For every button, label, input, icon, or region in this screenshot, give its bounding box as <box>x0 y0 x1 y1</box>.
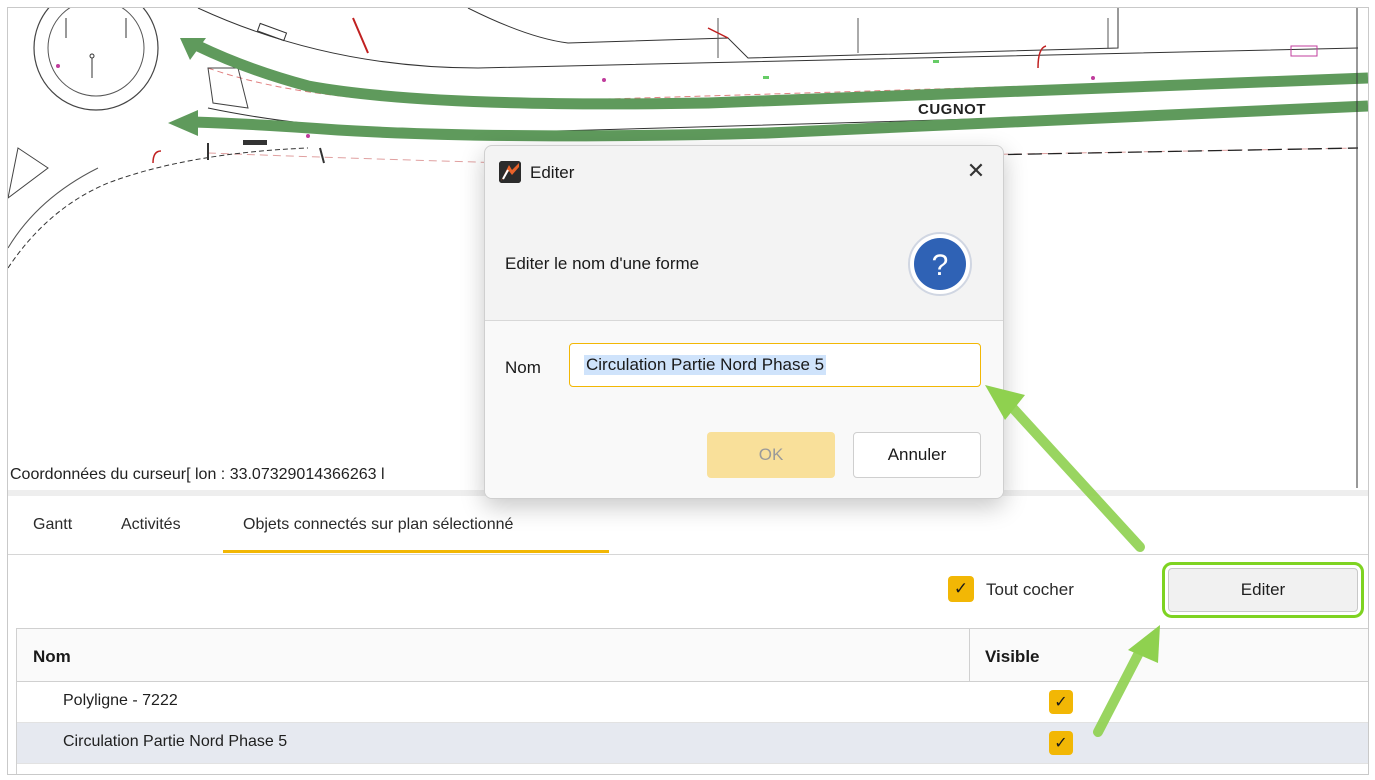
street-label: CUGNOT <box>918 101 986 118</box>
row-name: Polyligne - 7222 <box>63 692 178 709</box>
active-tab-indicator <box>223 550 609 553</box>
name-input[interactable]: Circulation Partie Nord Phase 5 <box>569 343 981 387</box>
column-header-visible[interactable]: Visible <box>985 647 1040 667</box>
close-icon[interactable]: ✕ <box>961 156 991 186</box>
tab-activites[interactable]: Activités <box>121 516 181 534</box>
row-name: Circulation Partie Nord Phase 5 <box>63 733 288 750</box>
tab-bar: Gantt Activités Objets connectés sur pla… <box>8 496 1368 555</box>
table-header: Nom Visible <box>17 629 1368 682</box>
table-row[interactable]: Polyligne - 7222 ✓ <box>17 682 1368 723</box>
dialog-title: Editer <box>530 163 575 182</box>
cancel-button[interactable]: Annuler <box>853 432 981 478</box>
name-input-value: Circulation Partie Nord Phase 5 <box>584 355 827 375</box>
column-header-nom[interactable]: Nom <box>33 647 71 667</box>
visible-checkbox[interactable]: ✓ <box>1049 731 1073 755</box>
checkmark-icon: ✓ <box>1054 694 1068 711</box>
dialog-body: Nom Circulation Partie Nord Phase 5 OK A… <box>485 321 1003 498</box>
checkmark-icon: ✓ <box>1054 735 1068 752</box>
check-all-label: Tout cocher <box>986 580 1074 599</box>
tab-objets-connectes[interactable]: Objets connectés sur plan sélectionné <box>243 516 513 534</box>
dialog-message-area: Editer le nom d'une forme ? <box>485 198 1003 321</box>
edit-button[interactable]: Editer <box>1168 568 1358 612</box>
svg-text:?: ? <box>932 249 949 282</box>
tab-gantt[interactable]: Gantt <box>33 516 72 534</box>
ok-button[interactable]: OK <box>707 432 835 478</box>
table-row[interactable]: Circulation Partie Nord Phase 5 ✓ <box>17 723 1368 764</box>
dialog-message: Editer le nom d'une forme <box>505 254 700 273</box>
app-logo-icon <box>499 161 521 183</box>
name-label: Nom <box>505 358 541 377</box>
visible-checkbox[interactable]: ✓ <box>1049 690 1073 714</box>
dialog-title-bar: Editer ✕ <box>485 146 1003 198</box>
cursor-coordinates: Coordonnées du curseur[ lon : 33.0732901… <box>10 466 385 483</box>
question-icon: ? <box>908 232 972 296</box>
objects-table: Nom Visible Polyligne - 7222 ✓ Circulati… <box>16 628 1368 774</box>
checkmark-icon: ✓ <box>953 579 969 598</box>
column-separator <box>969 629 970 681</box>
edit-dialog: Editer ✕ Editer le nom d'une forme ? Nom… <box>484 145 1004 499</box>
check-all-checkbox[interactable]: ✓ <box>948 576 974 602</box>
